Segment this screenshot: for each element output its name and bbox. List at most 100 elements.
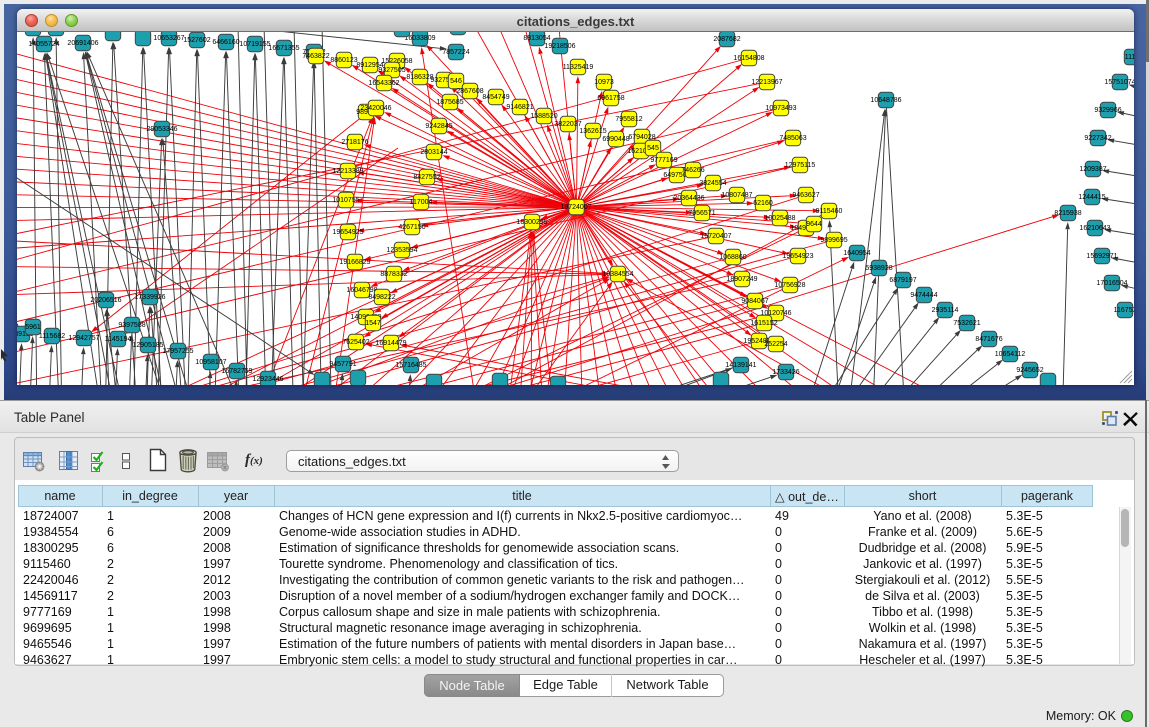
svg-text:5961: 5961 bbox=[25, 324, 41, 331]
svg-text:15716485: 15716485 bbox=[395, 362, 426, 369]
svg-text:6466160: 6466160 bbox=[212, 39, 239, 46]
svg-text:9457791: 9457791 bbox=[329, 361, 356, 368]
svg-text:7857224: 7857224 bbox=[442, 49, 469, 56]
svg-text:19654925: 19654925 bbox=[332, 229, 363, 236]
svg-text:9777169: 9777169 bbox=[650, 157, 677, 164]
svg-text:1010755: 1010755 bbox=[332, 197, 359, 204]
svg-text:10973: 10973 bbox=[594, 79, 614, 86]
svg-text:20206516: 20206516 bbox=[90, 297, 121, 304]
svg-text:10973493: 10973493 bbox=[765, 105, 796, 112]
svg-text:10025488: 10025488 bbox=[764, 215, 795, 222]
svg-text:2087682: 2087682 bbox=[713, 36, 740, 43]
svg-text:3824554: 3824554 bbox=[699, 180, 726, 187]
svg-text:9327505: 9327505 bbox=[378, 67, 405, 74]
svg-text:15720407: 15720407 bbox=[700, 233, 731, 240]
svg-text:1115682: 1115682 bbox=[39, 333, 65, 340]
svg-text:9084067: 9084067 bbox=[741, 298, 768, 305]
svg-text:545: 545 bbox=[647, 145, 659, 152]
svg-text:6990448: 6990448 bbox=[602, 136, 629, 143]
svg-text:12213967: 12213967 bbox=[751, 79, 782, 86]
svg-text:10719155: 10719155 bbox=[239, 41, 270, 48]
svg-text:14055724: 14055724 bbox=[28, 41, 59, 48]
svg-text:10756928: 10756928 bbox=[774, 282, 805, 289]
svg-text:8813054: 8813054 bbox=[523, 35, 550, 42]
svg-text:20364436: 20364436 bbox=[673, 195, 704, 202]
svg-text:9463627: 9463627 bbox=[792, 192, 819, 199]
svg-text:8215938: 8215938 bbox=[1054, 210, 1081, 217]
svg-text:17957255: 17957255 bbox=[162, 348, 193, 355]
svg-text:9146821: 9146821 bbox=[506, 104, 533, 111]
svg-text:1875685: 1875685 bbox=[436, 99, 463, 106]
svg-text:7956571: 7956571 bbox=[688, 210, 715, 217]
svg-text:9397588: 9397588 bbox=[118, 322, 145, 329]
svg-text:546: 546 bbox=[450, 78, 462, 85]
svg-text:17016504: 17016504 bbox=[1096, 280, 1127, 287]
svg-text:746266: 746266 bbox=[681, 167, 704, 174]
svg-text:10653267: 10653267 bbox=[153, 35, 184, 42]
svg-text:16914479: 16914479 bbox=[375, 340, 406, 347]
svg-text:1244415: 1244415 bbox=[1078, 194, 1105, 201]
svg-text:8454749: 8454749 bbox=[482, 94, 509, 101]
svg-text:12353594: 12353594 bbox=[386, 247, 417, 254]
svg-text:8860123: 8860123 bbox=[330, 57, 357, 64]
svg-text:9474444: 9474444 bbox=[910, 292, 937, 299]
svg-text:17339926: 17339926 bbox=[134, 294, 165, 301]
svg-text:2718176: 2718176 bbox=[341, 139, 368, 146]
svg-text:16782759: 16782759 bbox=[221, 368, 252, 375]
svg-text:7532621: 7532621 bbox=[953, 320, 980, 327]
svg-text:1145194: 1145194 bbox=[105, 336, 132, 343]
svg-text:117004: 117004 bbox=[410, 199, 433, 206]
svg-text:19218506: 19218506 bbox=[544, 43, 575, 50]
svg-text:7485063: 7485063 bbox=[779, 135, 806, 142]
svg-text:10807487: 10807487 bbox=[721, 192, 752, 199]
svg-text:1068860: 1068860 bbox=[719, 254, 746, 261]
svg-text:6879197: 6879197 bbox=[889, 277, 916, 284]
svg-text:16154808: 16154808 bbox=[733, 55, 764, 62]
svg-text:10958107: 10958107 bbox=[195, 359, 226, 366]
svg-text:9245652: 9245652 bbox=[1016, 367, 1043, 374]
svg-text:11325419: 11325419 bbox=[563, 64, 594, 71]
svg-text:19384554: 19384554 bbox=[602, 271, 633, 278]
svg-text:16671355: 16671355 bbox=[268, 45, 299, 52]
svg-text:18907249: 18907249 bbox=[726, 276, 757, 283]
svg-text:62160: 62160 bbox=[753, 200, 773, 207]
svg-text:1362615: 1362615 bbox=[579, 128, 606, 135]
svg-text:2803144: 2803144 bbox=[420, 149, 447, 156]
svg-text:1209387: 1209387 bbox=[1079, 166, 1106, 173]
svg-text:1640954: 1640954 bbox=[843, 250, 870, 257]
svg-text:116753: 116753 bbox=[1114, 307, 1134, 314]
svg-text:6961758: 6961758 bbox=[597, 95, 624, 102]
svg-text:8427552: 8427552 bbox=[413, 174, 440, 181]
svg-text:20691406: 20691406 bbox=[67, 40, 98, 47]
svg-text:9644: 9644 bbox=[806, 221, 822, 228]
svg-text:23420046: 23420046 bbox=[360, 105, 391, 112]
svg-text:9115460: 9115460 bbox=[816, 208, 843, 215]
svg-text:16543362: 16543362 bbox=[368, 80, 399, 87]
svg-text:10648786: 10648786 bbox=[870, 97, 901, 104]
svg-text:12942757: 12942757 bbox=[68, 335, 99, 342]
svg-text:3822037: 3822037 bbox=[554, 121, 581, 128]
svg-text:1588520: 1588520 bbox=[530, 113, 557, 120]
svg-text:8878332: 8878332 bbox=[380, 271, 407, 278]
svg-text:19654923: 19654923 bbox=[782, 253, 813, 260]
svg-text:2935114: 2935114 bbox=[932, 307, 959, 314]
svg-text:7955812: 7955812 bbox=[615, 116, 642, 123]
svg-text:1527602: 1527602 bbox=[183, 37, 210, 44]
svg-text:12923446: 12923446 bbox=[252, 376, 283, 383]
svg-text:19166829: 19166829 bbox=[339, 259, 370, 266]
svg-text:8498222: 8498222 bbox=[368, 294, 395, 301]
svg-text:29053346: 29053346 bbox=[146, 126, 177, 133]
svg-text:5938928: 5938928 bbox=[865, 265, 892, 272]
svg-text:9329966: 9329966 bbox=[1094, 107, 1121, 114]
svg-text:2867608: 2867608 bbox=[456, 88, 483, 95]
svg-text:252254: 252254 bbox=[764, 341, 787, 348]
svg-text:16046798: 16046798 bbox=[346, 287, 377, 294]
svg-text:14139141: 14139141 bbox=[725, 362, 756, 369]
svg-text:7463822: 7463822 bbox=[302, 53, 329, 60]
svg-text:18724007: 18724007 bbox=[560, 204, 591, 211]
svg-text:1615152: 1615152 bbox=[750, 320, 777, 327]
svg-text:16210643: 16210643 bbox=[1079, 225, 1110, 232]
svg-text:9899695: 9899695 bbox=[820, 237, 847, 244]
svg-text:15751074: 15751074 bbox=[1104, 79, 1134, 86]
svg-text:12905185: 12905185 bbox=[132, 342, 163, 349]
